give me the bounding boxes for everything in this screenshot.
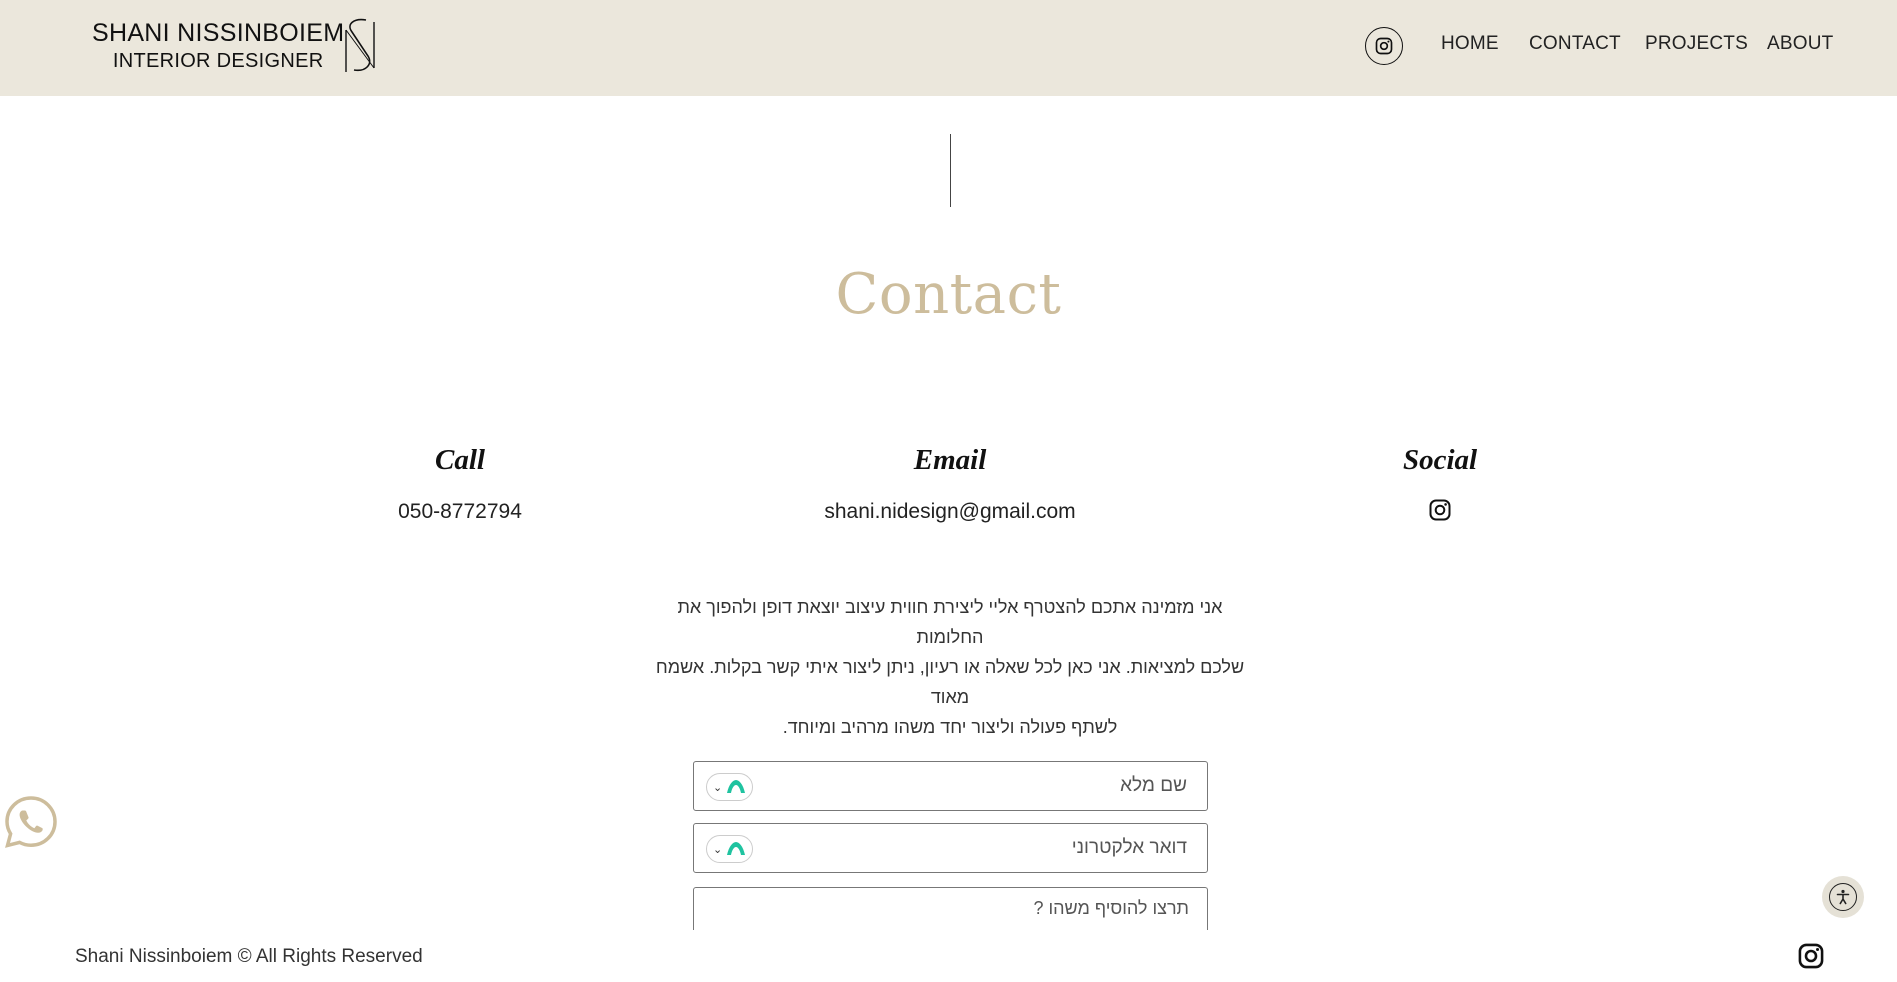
social-heading: Social [1402,444,1478,476]
email-address[interactable]: shani.nidesign@gmail.com [750,500,1150,524]
intro-line: אני מזמינה אתכם להצטרף אליי ליצירת חווית… [677,597,1223,647]
monogram-logo-icon [345,18,375,72]
autofill-icon [727,780,746,793]
full-name-input[interactable] [807,762,1187,810]
autofill-widget[interactable]: ⌄ [706,773,753,801]
accessibility-button[interactable] [1822,876,1864,918]
accessibility-icon [1829,883,1857,911]
intro-line: שלכם למציאות. אני כאן לכל שאלה או רעיון,… [655,657,1245,707]
intro-paragraph: אני מזמינה אתכם להצטרף אליי ליצירת חווית… [648,592,1252,742]
call-heading: Call [435,444,485,476]
chevron-down-icon: ⌄ [713,781,723,794]
intro-line: לשתף פעולה וליצור יחד משהו מרהיב ומיוחד. [782,717,1118,737]
nav-home[interactable]: HOME [1441,33,1499,55]
nav-about[interactable]: ABOUT [1767,33,1833,55]
nav-contact[interactable]: CONTACT [1529,33,1621,55]
nav-projects[interactable]: PROJECTS [1645,33,1748,55]
decorative-divider [950,134,951,207]
chevron-down-icon: ⌄ [713,843,723,856]
message-textarea[interactable]: תרצו להוסיף משהו ? [693,887,1208,933]
email-field: ⌄ [693,823,1208,873]
autofill-widget[interactable]: ⌄ [706,835,753,863]
full-name-field: ⌄ [693,761,1208,811]
page-title: Contact [835,262,1062,327]
logo[interactable]: SHANI NISSINBOIEM INTERIOR DESIGNER [92,18,344,74]
logo-name: SHANI NISSINBOIEM [92,19,345,47]
phone-number[interactable]: 050-8772794 [260,500,660,524]
email-heading: Email [913,444,987,476]
message-placeholder: תרצו להוסיף משהו ? [1033,898,1189,918]
whatsapp-icon[interactable] [3,794,59,850]
footer-instagram-icon[interactable] [1797,942,1825,970]
instagram-icon[interactable] [1428,498,1452,522]
header-instagram-icon[interactable] [1365,27,1403,65]
copyright-text: Shani Nissinboiem © All Rights Reserved [75,946,423,967]
site-header: SHANI NISSINBOIEM INTERIOR DESIGNER HOME… [0,0,1897,96]
autofill-icon [727,842,746,855]
logo-tagline: INTERIOR DESIGNER [112,50,324,72]
instagram-icon [1375,37,1393,55]
email-input[interactable] [807,824,1187,872]
